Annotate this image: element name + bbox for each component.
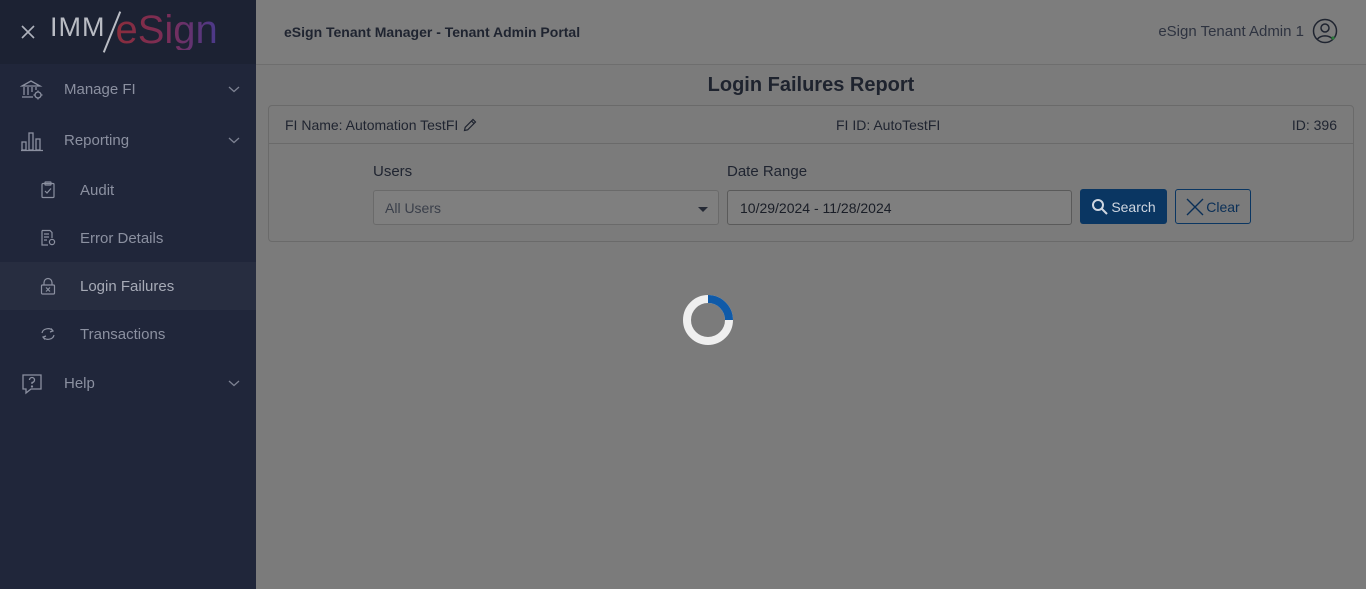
search-button[interactable]: Search (1080, 189, 1167, 224)
clear-button-label: Clear (1206, 198, 1240, 215)
user-menu[interactable]: eSign Tenant Admin 1 (1158, 18, 1338, 44)
report-card: FI Name: Automation TestFI FI ID: AutoTe… (268, 105, 1354, 242)
sidebar-item-label: Help (64, 375, 95, 392)
help-bubble-icon (20, 372, 44, 396)
search-button-label: Search (1111, 198, 1156, 215)
top-bar: eSign Tenant Manager - Tenant Admin Port… (256, 0, 1366, 65)
logo: IMM eSign (50, 10, 218, 54)
date-range-input[interactable]: 10/29/2024 - 11/28/2024 (727, 190, 1072, 225)
main-content: eSign Tenant Manager - Tenant Admin Port… (256, 0, 1366, 589)
caret-down-icon (698, 207, 708, 212)
bank-gear-icon (20, 78, 44, 102)
fi-info-bar: FI Name: Automation TestFI FI ID: AutoTe… (269, 106, 1353, 144)
sidebar: IMM eSign Manage FI Reporting Audit Erro… (0, 0, 256, 589)
user-name: eSign Tenant Admin 1 (1158, 22, 1304, 40)
sidebar-subitem-audit[interactable]: Audit (0, 166, 256, 214)
fi-name-text: FI Name: Automation TestFI (285, 116, 459, 133)
users-label: Users (373, 163, 413, 180)
close-icon[interactable] (18, 22, 38, 42)
refresh-icon (38, 324, 58, 344)
sidebar-item-help[interactable]: Help (0, 358, 256, 409)
fi-id: FI ID: AutoTestFI (836, 116, 941, 133)
clear-button[interactable]: Clear (1175, 189, 1251, 224)
fi-number: ID: 396 (1291, 116, 1337, 133)
portal-title: eSign Tenant Manager - Tenant Admin Port… (284, 24, 581, 40)
bar-chart-icon (20, 129, 44, 153)
logo-imm-text: IMM (50, 12, 106, 42)
sidebar-subitem-label: Error Details (80, 229, 164, 247)
chevron-down-icon (228, 380, 240, 387)
loading-spinner-icon (683, 295, 733, 345)
sidebar-item-reporting[interactable]: Reporting (0, 115, 256, 166)
chevron-down-icon (228, 86, 240, 93)
sidebar-item-manage-fi[interactable]: Manage FI (0, 64, 256, 115)
lock-x-icon (38, 276, 58, 296)
user-avatar-icon[interactable] (1312, 18, 1338, 44)
sidebar-subitem-transactions[interactable]: Transactions (0, 310, 256, 358)
users-select[interactable]: All Users (373, 190, 719, 225)
clipboard-check-icon (38, 180, 58, 200)
sidebar-header: IMM eSign (0, 0, 256, 64)
logo-esign-text: eSign (115, 8, 218, 52)
sidebar-subitem-label: Login Failures (80, 277, 175, 295)
fi-name: FI Name: Automation TestFI (285, 117, 478, 133)
users-select-value: All Users (385, 199, 442, 216)
sidebar-subitem-login-failures[interactable]: Login Failures (0, 262, 256, 310)
date-range-label: Date Range (727, 163, 808, 180)
close-icon (1186, 198, 1204, 215)
search-icon (1092, 198, 1109, 215)
edit-pencil-icon[interactable] (462, 117, 478, 133)
sidebar-subitem-label: Transactions (80, 325, 166, 343)
sidebar-subitem-label: Audit (80, 181, 115, 199)
sidebar-subitem-error-details[interactable]: Error Details (0, 214, 256, 262)
document-gear-icon (38, 228, 58, 248)
page-title: Login Failures Report (707, 74, 915, 96)
sidebar-item-label: Reporting (64, 132, 130, 149)
date-range-value: 10/29/2024 - 11/28/2024 (740, 199, 892, 216)
sidebar-item-label: Manage FI (64, 81, 136, 98)
chevron-down-icon (228, 137, 240, 144)
